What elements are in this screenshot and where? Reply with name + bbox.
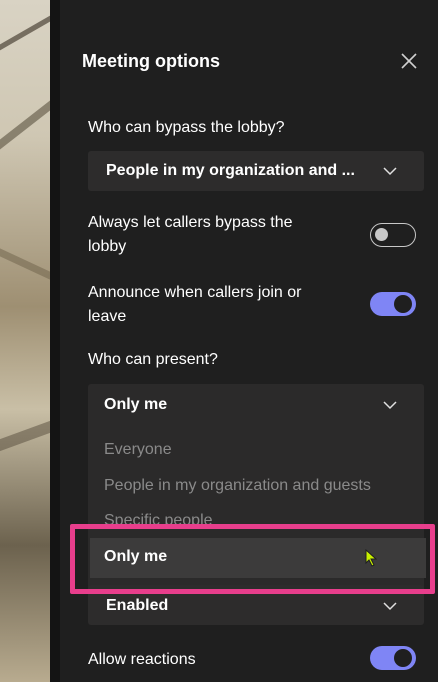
announce-label: Announce when callers join or leave	[88, 281, 301, 329]
meeting-options-panel: Meeting options Who can bypass the lobby…	[60, 0, 438, 682]
chevron-down-icon	[383, 401, 397, 410]
toggle-knob	[394, 649, 412, 667]
lobby-label: Who can bypass the lobby?	[88, 119, 285, 136]
toggle-knob	[375, 228, 388, 241]
participant-video	[0, 0, 50, 682]
panel-divider	[50, 0, 60, 682]
present-option-everyone[interactable]: Everyone	[104, 441, 172, 459]
lobby-dropdown-value: People in my organization and ...	[106, 162, 355, 179]
chevron-down-icon	[383, 602, 397, 611]
video-detail	[0, 248, 50, 280]
chevron-down-icon	[383, 167, 397, 176]
mouse-pointer-icon	[365, 549, 377, 567]
video-detail	[0, 420, 50, 452]
panel-title: Meeting options	[82, 51, 220, 71]
video-detail	[0, 15, 50, 51]
present-option-org-guests[interactable]: People in my organization and guests	[104, 477, 371, 495]
video-detail	[0, 100, 50, 150]
callers-bypass-label-line2: lobby	[88, 238, 127, 255]
callers-bypass-toggle[interactable]	[370, 223, 416, 247]
reactions-label: Allow reactions	[88, 651, 196, 668]
lobby-dropdown[interactable]: People in my organization and ...	[88, 151, 424, 191]
announce-label-line1: Announce when callers join or	[88, 284, 302, 301]
next-dropdown-value: Enabled	[106, 597, 169, 614]
reactions-toggle[interactable]	[370, 646, 416, 670]
callers-bypass-label: Always let callers bypass the lobby	[88, 211, 293, 259]
callers-bypass-label-line1: Always let callers bypass the	[88, 214, 293, 231]
close-icon[interactable]	[398, 50, 420, 72]
toggle-knob	[394, 295, 412, 313]
present-option-only-me-label: Only me	[104, 548, 168, 565]
announce-toggle[interactable]	[370, 292, 416, 316]
announce-label-line2: leave	[88, 308, 127, 325]
present-dropdown-value: Only me	[104, 396, 168, 413]
present-label: Who can present?	[88, 351, 218, 368]
